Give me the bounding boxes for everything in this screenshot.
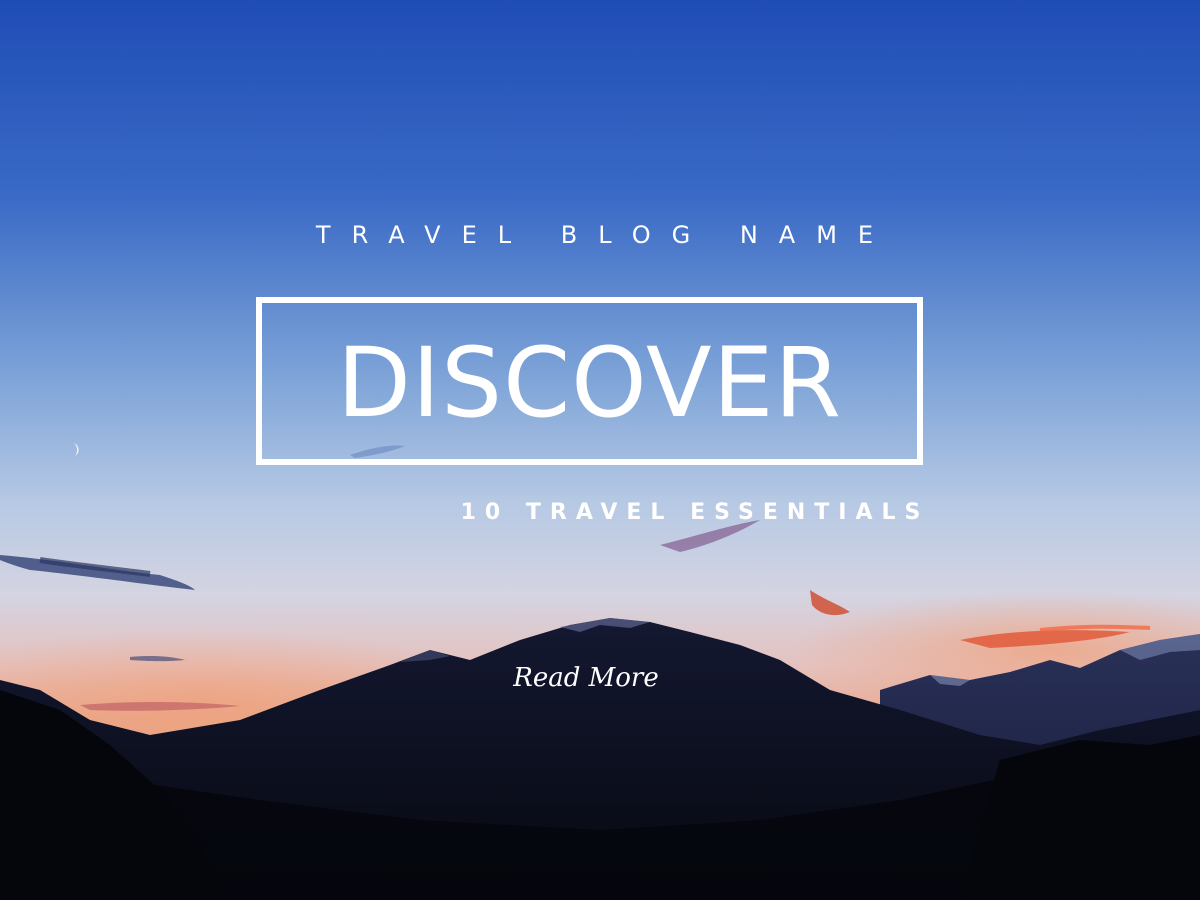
travel-poster: TRAVEL BLOG NAME DISCOVER 10 TRAVEL ESSE…	[0, 0, 1200, 900]
blog-name: TRAVEL BLOG NAME	[315, 221, 895, 249]
headline-title: DISCOVER	[336, 327, 843, 439]
read-more-link[interactable]: Read More	[0, 660, 1172, 696]
post-subtitle: 10 TRAVEL ESSENTIALS	[460, 500, 930, 525]
headline-frame: DISCOVER	[256, 297, 923, 465]
